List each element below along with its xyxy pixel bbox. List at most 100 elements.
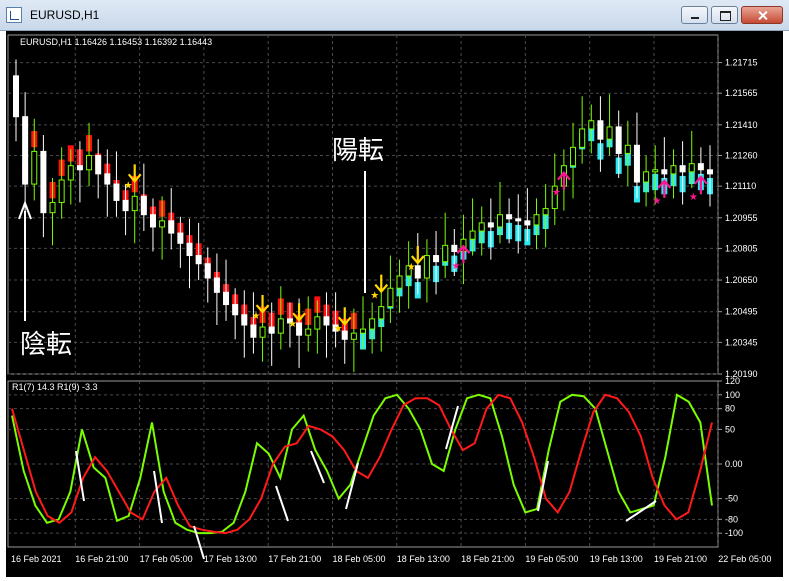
candle-body — [414, 265, 421, 279]
star-icon: ★ — [124, 180, 133, 191]
sell-arrow-icon — [410, 246, 425, 265]
candle-body — [707, 169, 713, 175]
candle-body — [131, 195, 138, 212]
indicator-tick-label: 80 — [725, 404, 735, 414]
maximize-button[interactable] — [711, 6, 738, 24]
price-tick-label: 1.21110 — [725, 181, 756, 191]
star-icon: ★ — [407, 262, 416, 273]
candle-body — [140, 195, 147, 216]
price-tick-label: 1.21410 — [725, 120, 758, 130]
minimize-button[interactable] — [681, 6, 708, 24]
price-tick-label: 1.20650 — [725, 275, 758, 285]
candle-body — [250, 324, 257, 338]
indicator-tick-label: -50 — [725, 494, 738, 504]
candle-body — [95, 154, 102, 175]
x-tick-label: 17 Feb 13:00 — [204, 554, 257, 564]
candle-body — [478, 222, 485, 232]
candle-body — [588, 120, 595, 130]
indicator-tick-label: -100 — [725, 528, 743, 538]
candle-body — [679, 165, 686, 173]
candle-body — [159, 220, 166, 228]
candle-body — [533, 214, 540, 226]
chart-window-icon — [6, 7, 22, 23]
chart-canvas[interactable]: ★ ★ ★ ★ ★ ★ ★ ★ ★ ★ EURUSD,H1 1.16426 1.16453 1.1… — [6, 31, 783, 577]
window-title-bar: EURUSD,H1 — [0, 0, 789, 31]
candle-body — [697, 163, 704, 171]
candle-body — [40, 150, 47, 214]
chart-area[interactable]: ★ ★ ★ ★ ★ ★ ★ ★ ★ ★ EURUSD,H1 1.16426 1.16453 1.1… — [6, 31, 783, 577]
candle-body — [350, 332, 357, 340]
star-icon: ★ — [552, 188, 561, 199]
x-tick-label: 16 Feb 2021 — [11, 554, 62, 564]
candle-body — [67, 165, 74, 181]
x-tick-label: 22 Feb 05:00 — [718, 554, 771, 564]
candle-body — [22, 116, 29, 185]
candle-body — [204, 263, 211, 279]
x-tick-label: 19 Feb 05:00 — [525, 554, 578, 564]
star-icon: ★ — [334, 323, 343, 334]
window-title: EURUSD,H1 — [30, 8, 100, 22]
candles — [13, 59, 713, 372]
candle-body — [606, 126, 613, 140]
candle-body — [58, 179, 65, 203]
price-tick-label: 1.21260 — [725, 150, 758, 160]
price-tick-label: 1.20495 — [725, 307, 758, 317]
candle-body — [579, 128, 586, 148]
trend-arrow-icon — [193, 525, 205, 560]
candle-body — [232, 304, 239, 316]
candle-body — [633, 144, 640, 183]
sell-arrow-icon — [374, 274, 389, 294]
sell-arrow-icon — [337, 307, 352, 326]
candle-body — [177, 232, 184, 244]
price-tick-label: 1.21565 — [725, 88, 758, 98]
candle-body — [314, 316, 321, 330]
candle-body — [433, 255, 440, 263]
indicator-tick-label: -80 — [725, 514, 738, 524]
indicator-panel-header: R1(7) 14.3 R1(9) -3.3 — [12, 382, 98, 392]
signals: ★ ★ ★ ★ ★ ★ ★ ★ ★ ★ — [124, 164, 708, 334]
sell-arrow-icon — [255, 295, 270, 314]
candle-body — [323, 316, 330, 326]
price-tick-label: 1.20955 — [725, 213, 758, 223]
candle-body — [104, 173, 111, 185]
candle-body — [451, 244, 458, 252]
candle-body — [195, 255, 202, 265]
candle-body — [542, 208, 549, 216]
candle-body — [360, 328, 366, 334]
candle-body — [487, 222, 494, 228]
indicator-tick-label: 50 — [725, 424, 735, 434]
reversal-up-label: 陽転 — [332, 135, 384, 165]
candle-body — [241, 314, 248, 326]
candle-body — [378, 306, 385, 320]
candle-body — [341, 330, 348, 340]
candle-body — [624, 144, 631, 154]
reversal-down-label: 陰転 — [20, 329, 72, 359]
candle-body — [469, 230, 476, 240]
price-tick-label: 1.20805 — [725, 243, 758, 253]
candle-body — [296, 322, 303, 336]
trend-arrow-icon — [345, 462, 359, 510]
star-icon: ★ — [689, 192, 698, 203]
price-tick-label: 1.20345 — [725, 337, 758, 347]
rsi-lines — [11, 393, 713, 560]
star-icon: ★ — [288, 319, 297, 330]
candle-body — [652, 169, 659, 173]
price-tick-label: 1.21715 — [725, 58, 758, 68]
trend-arrow-icon — [537, 460, 549, 512]
candle-body — [515, 218, 522, 222]
indicator-tick-label: 0.00 — [725, 459, 743, 469]
candle-body — [31, 150, 38, 185]
star-icon: ★ — [652, 196, 661, 207]
trend-arrow-icon — [275, 485, 289, 522]
candle-body — [186, 242, 193, 257]
candle-body — [122, 199, 129, 212]
candle-body — [524, 220, 531, 226]
candle-body — [670, 165, 677, 175]
star-icon: ★ — [451, 261, 460, 272]
x-tick-label: 16 Feb 21:00 — [75, 554, 128, 564]
close-button[interactable] — [741, 6, 783, 24]
candle-body — [149, 214, 156, 228]
candle-body — [423, 255, 430, 279]
candle-body — [213, 277, 220, 293]
candle-body — [13, 75, 19, 118]
